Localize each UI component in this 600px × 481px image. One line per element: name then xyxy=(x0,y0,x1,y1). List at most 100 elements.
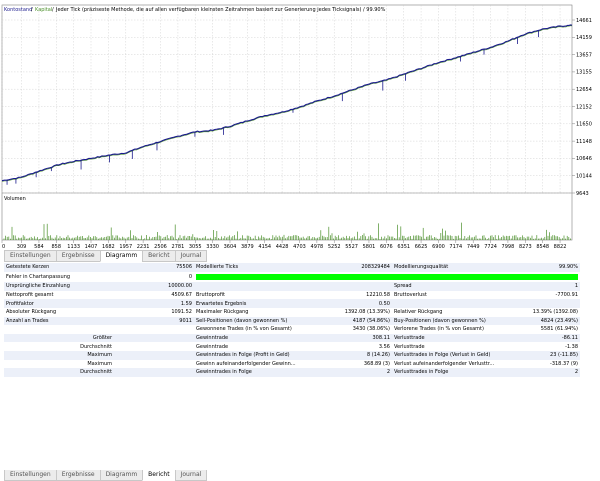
report-label-1: Profitfaktor xyxy=(4,299,114,308)
chart-header-kontostand: Kontostand xyxy=(4,7,32,13)
report-label-3: Verlorene Trades (in % von Gesamt) xyxy=(394,326,484,333)
report-label-1: Getestete Kerzen xyxy=(4,263,114,272)
report-value-2: 308.11 xyxy=(332,333,392,343)
report-label-1: Durchschnitt xyxy=(80,343,112,350)
report-value-3: -7700.91 xyxy=(555,292,578,299)
bottom-tab-journal[interactable]: Journal xyxy=(174,470,208,481)
y-tick-label: 14159 xyxy=(576,35,592,41)
bottom-tab-bericht[interactable]: Bericht xyxy=(142,470,175,481)
report-row: Durchschnitt Gewinntrades in Folge 2 Verlus… xyxy=(4,368,580,377)
report-label-2: Modellierte Ticks xyxy=(194,263,332,272)
backtest-chart[interactable]: Kontostand / Kapital / Jeder Tick (präzi… xyxy=(0,0,600,248)
report-label-3: Verlust aufeinanderfolgender Verlusttr..… xyxy=(394,360,495,367)
report-label-3: Verlusttrades in Folge xyxy=(392,368,520,377)
x-tick-label: 4978 xyxy=(311,244,324,248)
report-row: Fehler in Chartanpassung 0 xyxy=(4,272,580,283)
report-value-3: 13.39% (1392.08) xyxy=(532,309,578,316)
x-tick-label: 8273 xyxy=(519,244,532,248)
y-tick-label: 12152 xyxy=(576,104,592,110)
report-row: Gewonnene Trades (in % von Gesamt) 3430 (… xyxy=(4,325,580,334)
report-label-1: Anzahl an Trades xyxy=(4,316,114,326)
x-tick-label: 6900 xyxy=(432,244,445,248)
report-label-3: Relativer Rückgang xyxy=(394,309,443,316)
report-value-2: 4187 (54.86%) xyxy=(332,316,392,326)
report-label-1: Maximum xyxy=(4,350,114,360)
x-tick-label: 7449 xyxy=(467,244,480,248)
x-tick-label: 8822 xyxy=(554,244,567,248)
report-label-2: Maximaler Rückgang xyxy=(196,309,249,316)
report-row: Ursprüngliche Einzahlung 10000.00 Spread 1 xyxy=(4,282,580,291)
x-tick-label: 8548 xyxy=(536,244,549,248)
report-value-3: 1 xyxy=(520,282,580,291)
report-row: Nettoprofit gesamt 4509.67 Bruttoprofit 122… xyxy=(4,291,580,300)
report-label-3: Verlusttrade xyxy=(394,343,425,350)
report-label-2: Sell-Positionen (davon gewonnen %) xyxy=(194,316,332,326)
report-value-2: 1392.08 (13.39%) xyxy=(344,309,390,316)
bottom-tab-einstellungen[interactable]: Einstellungen xyxy=(4,470,56,481)
x-tick-label: 5801 xyxy=(363,244,376,248)
bottom-tab-diagramm[interactable]: Diagramm xyxy=(99,470,143,481)
report-value-1 xyxy=(114,350,194,360)
report-value-1: 0 xyxy=(188,273,192,280)
x-tick-label: 858 xyxy=(52,244,62,248)
report-value-1: 75506 xyxy=(114,263,194,272)
report-value-1 xyxy=(114,368,194,377)
x-tick-label: 3879 xyxy=(241,244,254,248)
report-label-2: Gewinntrades in Folge xyxy=(194,368,332,377)
x-tick-label: 3330 xyxy=(206,244,219,248)
report-label-2: Gewinntrade xyxy=(196,343,229,350)
x-tick-label: 4154 xyxy=(258,244,271,248)
report-label-3: Spread xyxy=(392,282,520,291)
x-tick-label: 6625 xyxy=(415,244,428,248)
modelling-quality-bar xyxy=(196,273,578,280)
x-tick-label: 1957 xyxy=(119,244,132,248)
top-tab-journal[interactable]: Journal xyxy=(174,250,208,262)
report-value-2: 208329484 xyxy=(332,263,392,272)
report-value-1 xyxy=(114,342,194,351)
top-tab-diagramm[interactable]: Diagramm xyxy=(99,250,143,262)
report-label-2: Gewinn aufeinanderfolgender Gewinn... xyxy=(196,360,296,367)
top-tab-ergebnisse[interactable]: Ergebnisse xyxy=(55,250,100,262)
y-tick-label: 12654 xyxy=(576,87,592,93)
y-tick-label: 13155 xyxy=(576,70,592,76)
report-label-3: Bruttoverlust xyxy=(394,292,427,299)
report-row: Maximum Gewinn aufeinanderfolgender Gewin… xyxy=(4,360,580,369)
chart-header-kapital: Kapital xyxy=(35,7,52,13)
report-label-3: Verlusttrade xyxy=(392,333,520,343)
report-label-1: Größter xyxy=(4,333,114,343)
report-value-2: 8 (14.26) xyxy=(332,350,392,360)
x-tick-label: 2231 xyxy=(137,244,150,248)
report-label-1 xyxy=(4,325,114,334)
y-tick-label: 10144 xyxy=(576,174,592,180)
report-label-1: Fehler in Chartanpassung xyxy=(6,273,71,280)
report-label-3 xyxy=(392,299,520,308)
report-row: Größter Gewinntrade 308.11 Verlusttrade -86.… xyxy=(4,333,580,343)
report-label-2: Gewinntrade xyxy=(194,333,332,343)
x-tick-label: 6351 xyxy=(397,244,410,248)
report-value-1: 10000.00 xyxy=(114,282,194,291)
report-label-2: Gewonnene Trades (in % von Gesamt) xyxy=(196,326,292,333)
bottom-tab-ergebnisse[interactable]: Ergebnisse xyxy=(55,470,100,481)
report-value-1 xyxy=(114,333,194,343)
chart-header-description: Jeder Tick (präziseste Methode, die auf … xyxy=(55,7,386,13)
x-tick-label: 0 xyxy=(2,244,5,248)
x-axis-ticks: 0 309 584 858 1133 1407 1682 1957 2231 2506 2781 30… xyxy=(1,240,567,248)
report-value-2: 3.56 xyxy=(378,343,390,350)
x-tick-label: 1682 xyxy=(102,244,115,248)
tabs-top: Einstellungen Ergebnisse Diagramm Bericht Jo… xyxy=(4,250,208,262)
report-row: Maximum Gewinntrades in Folge (Profit in … xyxy=(4,350,580,360)
chart-frame xyxy=(1,4,573,241)
report-row: Getestete Kerzen 75506 Modellierte Ticks 20… xyxy=(4,263,580,272)
report-label-3: Modellierungsqualität xyxy=(392,263,520,272)
report-value-3: 4824 (23.49%) xyxy=(520,316,580,326)
report-label-2: Gewinntrades in Folge (Profit in Geld) xyxy=(194,350,332,360)
x-tick-label: 7998 xyxy=(502,244,515,248)
y-tick-label: 9643 xyxy=(576,191,589,197)
y-tick-label: 13657 xyxy=(576,52,592,58)
volume-label: Volumen xyxy=(4,196,26,202)
x-tick-label: 1133 xyxy=(67,244,80,248)
report-label-1: Maximum xyxy=(87,360,112,367)
top-tab-bericht[interactable]: Bericht xyxy=(142,250,175,262)
top-tab-einstellungen[interactable]: Einstellungen xyxy=(4,250,56,262)
report-value-1: 4509.67 xyxy=(171,292,192,299)
